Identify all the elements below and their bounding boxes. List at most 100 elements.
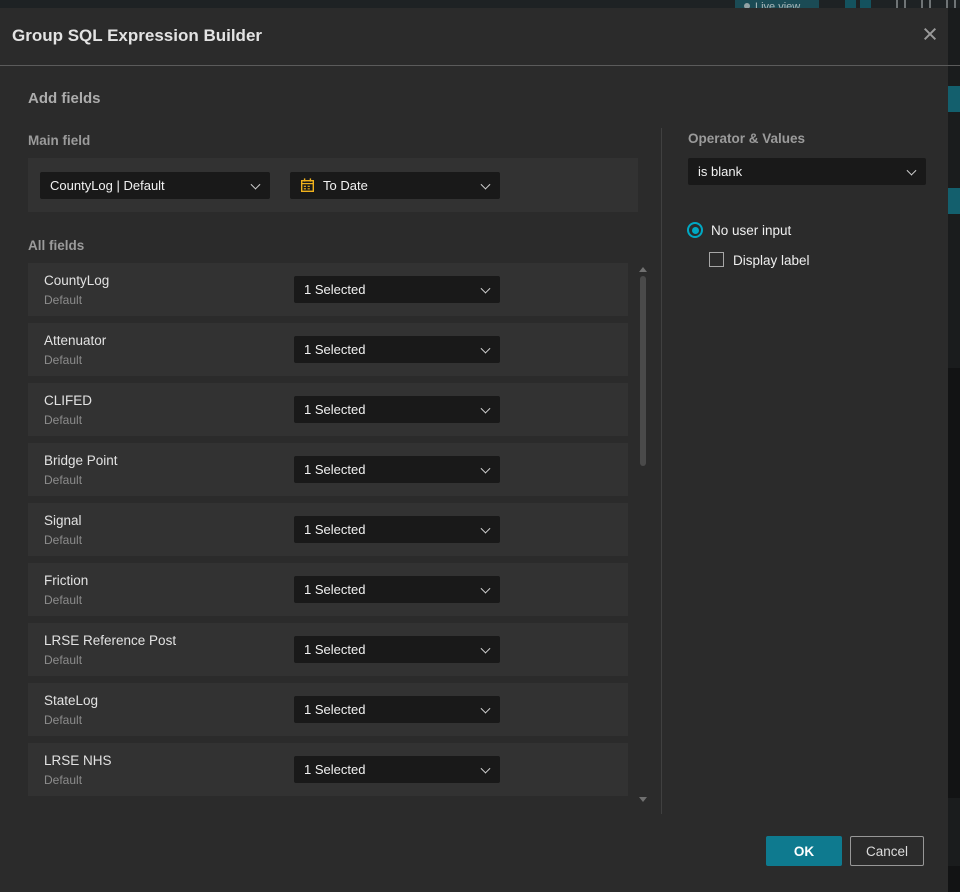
toolbar-fragment xyxy=(904,0,906,8)
field-name: Friction xyxy=(44,573,89,588)
chevron-down-icon xyxy=(250,179,261,190)
dropdown-value: 1 Selected xyxy=(304,462,366,477)
field-row: Signal Default 1 Selected xyxy=(28,503,628,556)
dropdown-value: CountyLog | Default xyxy=(50,178,165,193)
field-subtitle: Default xyxy=(44,473,83,487)
field-selected-dropdown[interactable]: 1 Selected xyxy=(294,456,500,483)
field-selected-dropdown[interactable]: 1 Selected xyxy=(294,276,500,303)
dropdown-value: is blank xyxy=(698,164,743,179)
field-name: LRSE NHS xyxy=(44,753,112,768)
radio-selected-dot xyxy=(691,226,699,234)
field-row: Attenuator Default 1 Selected xyxy=(28,323,628,376)
dropdown-value: 1 Selected xyxy=(304,702,366,717)
dialog-title: Group SQL Expression Builder xyxy=(12,26,263,45)
background-app-header: Live view xyxy=(0,0,960,8)
vertical-divider xyxy=(661,128,662,814)
field-subtitle: Default xyxy=(44,353,83,367)
operator-values-heading: Operator & Values xyxy=(688,131,806,146)
header-divider xyxy=(0,65,960,66)
field-name: Attenuator xyxy=(44,333,107,348)
field-selected-dropdown[interactable]: 1 Selected xyxy=(294,336,500,363)
background-app-edge xyxy=(948,8,960,892)
scrollbar-down-arrow[interactable] xyxy=(639,797,647,802)
field-selected-dropdown[interactable]: 1 Selected xyxy=(294,516,500,543)
field-subtitle: Default xyxy=(44,713,83,727)
field-selected-dropdown[interactable]: 1 Selected xyxy=(294,696,500,723)
background-fragment xyxy=(948,86,960,112)
chevron-down-icon xyxy=(480,583,491,594)
chevron-down-icon xyxy=(480,179,491,190)
scrollbar-up-arrow[interactable] xyxy=(639,267,647,272)
all-fields-label: All fields xyxy=(28,238,85,253)
dropdown-value: 1 Selected xyxy=(304,642,366,657)
toolbar-fragment xyxy=(954,0,956,8)
display-label-label: Display label xyxy=(733,253,810,268)
field-selected-dropdown[interactable]: 1 Selected xyxy=(294,396,500,423)
field-row: StateLog Default 1 Selected xyxy=(28,683,628,736)
main-field-label: Main field xyxy=(28,133,91,148)
field-subtitle: Default xyxy=(44,653,83,667)
chevron-down-icon xyxy=(480,403,491,414)
chevron-down-icon xyxy=(480,763,491,774)
field-row: LRSE NHS Default 1 Selected xyxy=(28,743,628,796)
field-subtitle: Default xyxy=(44,593,83,607)
operator-dropdown[interactable]: is blank xyxy=(688,158,926,185)
dropdown-value: 1 Selected xyxy=(304,522,366,537)
field-name: CountyLog xyxy=(44,273,110,288)
background-fragment xyxy=(948,368,960,798)
cancel-button[interactable]: Cancel xyxy=(850,836,924,866)
chevron-down-icon xyxy=(480,643,491,654)
dropdown-value: 1 Selected xyxy=(304,402,366,417)
field-subtitle: Default xyxy=(44,533,83,547)
field-name: Bridge Point xyxy=(44,453,118,468)
field-name: Signal xyxy=(44,513,82,528)
toolbar-fragment-icon xyxy=(845,0,856,8)
field-name: StateLog xyxy=(44,693,99,708)
scrollbar-thumb[interactable] xyxy=(640,276,646,466)
dropdown-value: 1 Selected xyxy=(304,762,366,777)
close-icon[interactable]: × xyxy=(912,16,948,52)
field-subtitle: Default xyxy=(44,773,83,787)
toolbar-fragment xyxy=(929,0,931,8)
toolbar-fragment xyxy=(896,0,898,8)
no-user-input-label: No user input xyxy=(711,223,792,238)
live-view-button[interactable]: Live view xyxy=(735,0,819,8)
field-subtitle: Default xyxy=(44,413,83,427)
field-subtitle: Default xyxy=(44,293,83,307)
toolbar-fragment xyxy=(921,0,923,8)
chevron-down-icon xyxy=(480,463,491,474)
chevron-down-icon xyxy=(480,343,491,354)
chevron-down-icon xyxy=(906,165,917,176)
live-view-label: Live view xyxy=(755,1,801,8)
no-user-input-radio[interactable] xyxy=(687,222,703,238)
chevron-down-icon xyxy=(480,283,491,294)
field-row: CLIFED Default 1 Selected xyxy=(28,383,628,436)
display-label-checkbox[interactable] xyxy=(709,252,724,267)
dropdown-value: 1 Selected xyxy=(304,582,366,597)
main-field-type-dropdown[interactable]: To Date xyxy=(290,172,500,199)
field-name: CLIFED xyxy=(44,393,93,408)
all-fields-list: CountyLog Default 1 Selected Attenuator … xyxy=(28,263,628,803)
field-name: LRSE Reference Post xyxy=(44,633,177,648)
calendar-icon xyxy=(300,178,315,193)
add-fields-heading: Add fields xyxy=(28,90,101,107)
field-row: Friction Default 1 Selected xyxy=(28,563,628,616)
toolbar-fragment-icon xyxy=(860,0,871,8)
toolbar-fragment xyxy=(946,0,948,8)
dropdown-value: 1 Selected xyxy=(304,282,366,297)
field-selected-dropdown[interactable]: 1 Selected xyxy=(294,756,500,783)
dropdown-value: To Date xyxy=(323,178,368,193)
field-selected-dropdown[interactable]: 1 Selected xyxy=(294,576,500,603)
background-fragment xyxy=(948,866,960,892)
group-sql-expression-builder-dialog: Group SQL Expression Builder × Add field… xyxy=(0,8,960,892)
chevron-down-icon xyxy=(480,703,491,714)
main-field-dropdown[interactable]: CountyLog | Default xyxy=(40,172,270,199)
field-selected-dropdown[interactable]: 1 Selected xyxy=(294,636,500,663)
field-row: Bridge Point Default 1 Selected xyxy=(28,443,628,496)
background-fragment xyxy=(948,188,960,214)
field-row: CountyLog Default 1 Selected xyxy=(28,263,628,316)
field-row: LRSE Reference Post Default 1 Selected xyxy=(28,623,628,676)
dropdown-value: 1 Selected xyxy=(304,342,366,357)
ok-button[interactable]: OK xyxy=(766,836,842,866)
chevron-down-icon xyxy=(480,523,491,534)
